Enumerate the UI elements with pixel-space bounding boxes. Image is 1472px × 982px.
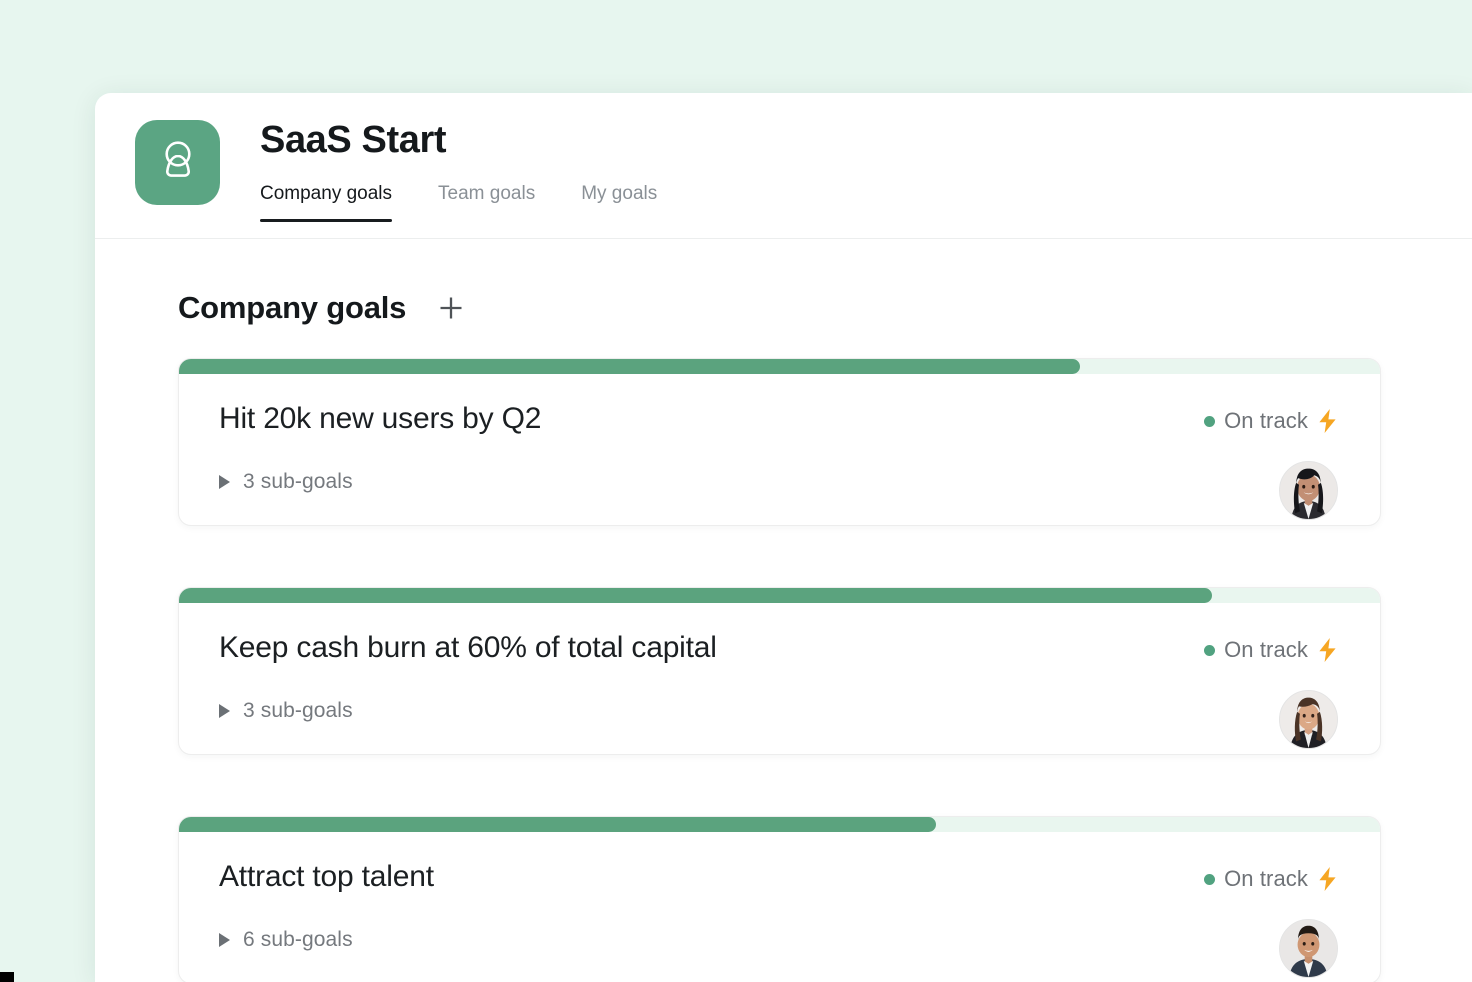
tab-my-goals[interactable]: My goals bbox=[581, 183, 679, 222]
status-label: On track bbox=[1224, 408, 1308, 433]
lightning-bolt-icon bbox=[1317, 637, 1338, 663]
goal-card[interactable]: Attract top talent 6 sub-goals On track bbox=[178, 816, 1381, 982]
goal-list: Hit 20k new users by Q2 3 sub-goals On t… bbox=[95, 358, 1472, 982]
brand-logo bbox=[135, 120, 220, 205]
progress-fill bbox=[179, 359, 1080, 374]
tab-company-goals[interactable]: Company goals bbox=[260, 183, 414, 222]
subgoals-label: 3 sub-goals bbox=[243, 470, 353, 493]
subgoals-toggle[interactable]: 3 sub-goals bbox=[219, 470, 1380, 494]
owner-avatar[interactable] bbox=[1279, 919, 1338, 978]
lightning-bolt-icon bbox=[1317, 408, 1338, 434]
goal-card-body: Hit 20k new users by Q2 3 sub-goals On t… bbox=[179, 374, 1380, 525]
status-badge[interactable]: On track bbox=[1204, 637, 1338, 663]
subgoals-label: 3 sub-goals bbox=[243, 699, 353, 722]
status-dot-icon bbox=[1204, 873, 1216, 885]
section-header: Company goals bbox=[95, 239, 1472, 326]
progress-track bbox=[179, 817, 1380, 832]
status-dot-icon bbox=[1204, 644, 1216, 656]
owner-avatar[interactable] bbox=[1279, 461, 1338, 520]
goal-card-body: Attract top talent 6 sub-goals On track bbox=[179, 832, 1380, 982]
progress-fill bbox=[179, 588, 1212, 603]
app-body: Company goals Hit 20k new users by Q2 3 … bbox=[95, 239, 1472, 982]
triangle-right-icon bbox=[219, 475, 230, 489]
app-panel: SaaS Start Company goals Team goals My g… bbox=[95, 93, 1472, 982]
app-title: SaaS Start bbox=[260, 119, 447, 161]
subgoals-toggle[interactable]: 6 sub-goals bbox=[219, 928, 1380, 952]
status-dot-icon bbox=[1204, 415, 1216, 427]
plus-icon bbox=[436, 293, 466, 326]
tab-my-goals-label: My goals bbox=[581, 183, 658, 204]
corner-marker bbox=[0, 972, 14, 982]
tab-bar: Company goals Team goals My goals bbox=[260, 183, 679, 222]
status-label: On track bbox=[1224, 637, 1308, 662]
tab-team-goals[interactable]: Team goals bbox=[438, 183, 557, 222]
status-label: On track bbox=[1224, 866, 1308, 891]
screen-root: SaaS Start Company goals Team goals My g… bbox=[0, 0, 1472, 982]
add-goal-button[interactable] bbox=[434, 292, 468, 326]
status-badge[interactable]: On track bbox=[1204, 866, 1338, 892]
goal-card[interactable]: Hit 20k new users by Q2 3 sub-goals On t… bbox=[178, 358, 1381, 526]
tab-company-goals-label: Company goals bbox=[260, 183, 393, 204]
page-title: Company goals bbox=[178, 289, 407, 325]
owner-avatar[interactable] bbox=[1279, 690, 1338, 749]
progress-track bbox=[179, 359, 1380, 374]
progress-fill bbox=[179, 817, 936, 832]
status-badge[interactable]: On track bbox=[1204, 408, 1338, 434]
progress-track bbox=[179, 588, 1380, 603]
lightning-bolt-icon bbox=[1317, 866, 1338, 892]
goal-card[interactable]: Keep cash burn at 60% of total capital 3… bbox=[178, 587, 1381, 755]
subgoals-label: 6 sub-goals bbox=[243, 928, 353, 951]
goal-card-body: Keep cash burn at 60% of total capital 3… bbox=[179, 603, 1380, 754]
person-avatar-icon bbox=[157, 140, 199, 186]
triangle-right-icon bbox=[219, 933, 230, 947]
subgoals-toggle[interactable]: 3 sub-goals bbox=[219, 699, 1380, 723]
app-header: SaaS Start Company goals Team goals My g… bbox=[95, 93, 1472, 239]
triangle-right-icon bbox=[219, 704, 230, 718]
tab-team-goals-label: Team goals bbox=[438, 183, 536, 204]
